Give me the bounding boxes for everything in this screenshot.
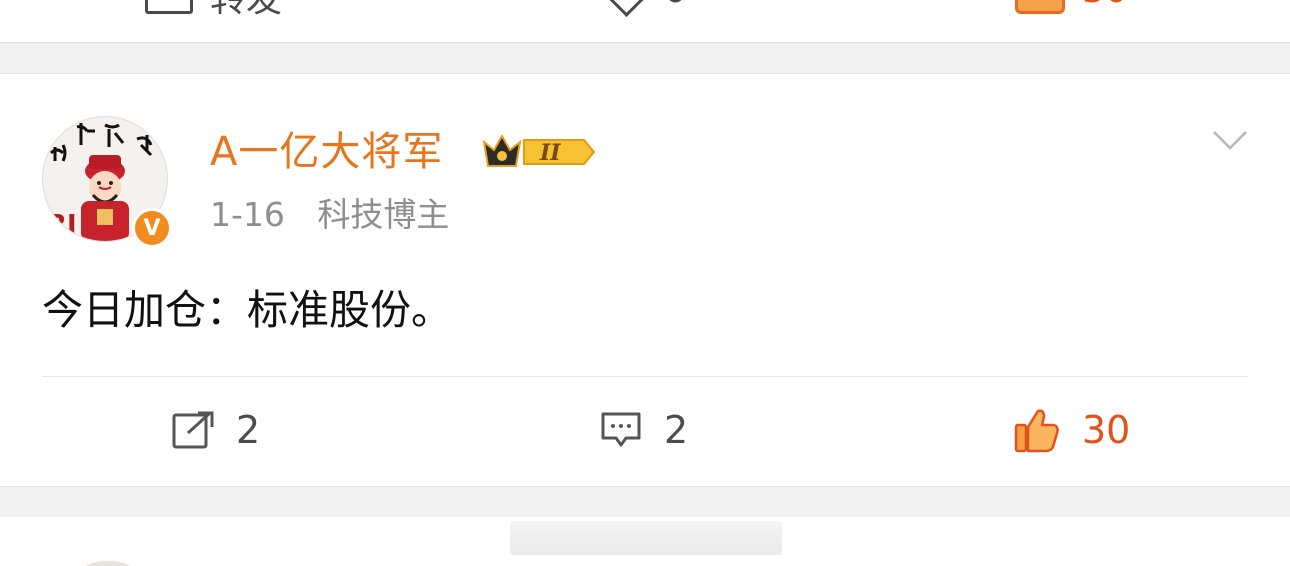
action-bar-separator bbox=[42, 376, 1248, 377]
post-meta: 1-16 科技博主 bbox=[210, 194, 449, 236]
like-icon[interactable] bbox=[1015, 0, 1065, 14]
svg-text:RI: RI bbox=[47, 210, 77, 240]
comment-icon[interactable] bbox=[605, 0, 648, 18]
repost-count: 2 bbox=[236, 408, 261, 452]
member-level-label: II bbox=[539, 140, 561, 166]
comment-button[interactable]: 2 bbox=[600, 404, 688, 456]
post-date: 1-16 bbox=[210, 195, 285, 234]
like-button[interactable]: 30 bbox=[1014, 404, 1130, 456]
chevron-down-icon[interactable] bbox=[1212, 130, 1248, 150]
next-post-card[interactable] bbox=[0, 517, 1290, 566]
comment-count: 2 bbox=[664, 408, 689, 452]
crown-icon: II bbox=[482, 133, 596, 167]
verified-badge: V bbox=[132, 208, 172, 248]
next-post-avatar[interactable] bbox=[78, 561, 138, 566]
previous-comment-count[interactable]: 0 bbox=[664, 0, 687, 11]
post-card[interactable]: RI V A一亿大将军 II 1-16 科技博主 今日加仓：标准股份。 2 2 … bbox=[0, 74, 1290, 485]
weibo-feed: 转发 0 30 bbox=[0, 0, 1290, 566]
previous-repost-label[interactable]: 转发 bbox=[210, 0, 282, 20]
username[interactable]: A一亿大将军 bbox=[210, 128, 443, 176]
repost-icon[interactable] bbox=[145, 0, 193, 14]
previous-like-count[interactable]: 30 bbox=[1082, 0, 1128, 11]
like-icon bbox=[1014, 409, 1059, 453]
feed-divider bbox=[0, 486, 1290, 518]
post-content[interactable]: 今日加仓：标准股份。 bbox=[42, 282, 452, 338]
repost-button[interactable]: 2 bbox=[172, 404, 260, 456]
member-crown-badge[interactable]: II bbox=[480, 130, 598, 174]
feed-divider bbox=[0, 42, 1290, 74]
comment-icon bbox=[601, 412, 641, 447]
previous-post-action-bar: 转发 0 30 bbox=[0, 0, 1290, 42]
repost-icon bbox=[172, 411, 214, 449]
like-count: 30 bbox=[1082, 408, 1131, 452]
loading-placeholder bbox=[510, 521, 782, 555]
avatar[interactable]: RI V bbox=[42, 116, 172, 248]
user-tag: 科技博主 bbox=[317, 195, 450, 234]
